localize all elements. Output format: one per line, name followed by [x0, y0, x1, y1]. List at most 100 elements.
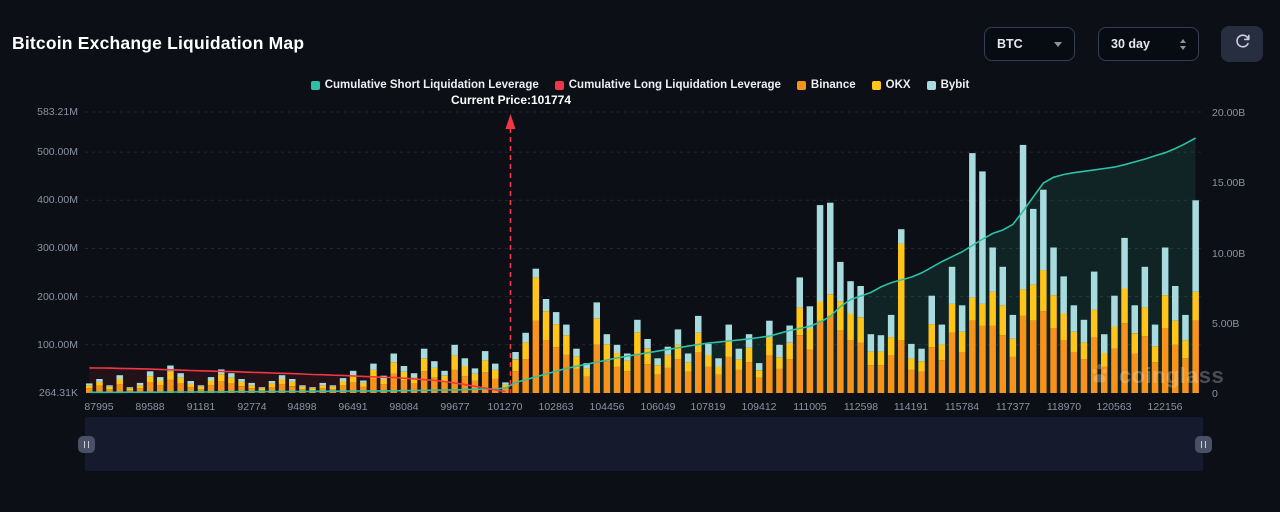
liquidation-bar-okx[interactable] [248, 385, 255, 388]
liquidation-bar-binance[interactable] [167, 380, 174, 394]
liquidation-bar-binance[interactable] [1172, 345, 1179, 393]
liquidation-bar-okx[interactable] [634, 332, 641, 353]
liquidation-bar-okx[interactable] [289, 382, 296, 386]
liquidation-bar-binance[interactable] [939, 360, 946, 393]
liquidation-bar-bybit[interactable] [86, 383, 93, 385]
liquidation-bar-okx[interactable] [583, 368, 590, 376]
liquidation-bar-okx[interactable] [888, 337, 895, 355]
liquidation-bar-bybit[interactable] [106, 385, 113, 386]
liquidation-bar-okx[interactable] [918, 361, 925, 372]
liquidation-bar-binance[interactable] [1030, 321, 1037, 393]
liquidation-bar-okx[interactable] [522, 342, 529, 359]
liquidation-bar-binance[interactable] [1182, 358, 1189, 393]
liquidation-bar-bybit[interactable] [837, 262, 844, 302]
liquidation-bar-bybit[interactable] [594, 302, 601, 318]
liquidation-bar-binance[interactable] [624, 371, 631, 393]
liquidation-bar-okx[interactable] [451, 355, 458, 370]
liquidation-bar-bybit[interactable] [421, 349, 428, 359]
liquidation-bar-bybit[interactable] [1081, 320, 1088, 343]
liquidation-bar-bybit[interactable] [1172, 286, 1179, 321]
liquidation-bar-bybit[interactable] [309, 387, 316, 388]
liquidation-bar-okx[interactable] [1081, 342, 1088, 359]
liquidation-bar-okx[interactable] [1000, 305, 1007, 335]
liquidation-bar-okx[interactable] [908, 358, 915, 370]
liquidation-bar-bybit[interactable] [259, 387, 266, 388]
liquidation-bar-binance[interactable] [1162, 328, 1169, 393]
liquidation-bar-okx[interactable] [492, 370, 499, 379]
liquidation-bar-bybit[interactable] [1010, 315, 1017, 339]
liquidation-bar-okx[interactable] [279, 379, 286, 384]
liquidation-bar-binance[interactable] [594, 345, 601, 393]
liquidation-bar-okx[interactable] [1040, 270, 1047, 311]
liquidation-bar-bybit[interactable] [96, 379, 103, 382]
liquidation-bar-bybit[interactable] [401, 366, 408, 372]
liquidation-bar-bybit[interactable] [472, 368, 479, 373]
liquidation-bar-bybit[interactable] [441, 371, 448, 376]
liquidation-bar-bybit[interactable] [502, 382, 509, 384]
liquidation-bar-bybit[interactable] [969, 153, 976, 298]
liquidation-bar-bybit[interactable] [147, 371, 154, 376]
liquidation-bar-binance[interactable] [1101, 367, 1108, 394]
liquidation-bar-okx[interactable] [929, 324, 936, 347]
liquidation-bar-okx[interactable] [786, 343, 793, 359]
liquidation-bar-binance[interactable] [766, 355, 773, 393]
slider-handle-left[interactable] [78, 436, 95, 453]
liquidation-bar-binance[interactable] [1020, 316, 1027, 393]
liquidation-bar-okx[interactable] [299, 387, 306, 389]
liquidation-bar-bybit[interactable] [573, 349, 580, 357]
liquidation-bar-okx[interactable] [868, 352, 875, 366]
liquidation-bar-bybit[interactable] [157, 377, 164, 380]
liquidation-bar-okx[interactable] [563, 335, 570, 354]
liquidation-bar-bybit[interactable] [177, 373, 184, 377]
liquidation-bar-bybit[interactable] [1182, 315, 1189, 341]
liquidation-bar-bybit[interactable] [1020, 145, 1027, 290]
liquidation-bar-bybit[interactable] [1000, 267, 1007, 306]
liquidation-bar-bybit[interactable] [1101, 334, 1108, 353]
liquidation-bar-bybit[interactable] [939, 325, 946, 345]
liquidation-bar-bybit[interactable] [918, 349, 925, 362]
liquidation-bar-okx[interactable] [898, 244, 905, 340]
liquidation-bar-okx[interactable] [827, 294, 834, 316]
liquidation-bar-binance[interactable] [817, 321, 824, 393]
liquidation-bar-binance[interactable] [1192, 321, 1199, 393]
liquidation-bar-bybit[interactable] [857, 286, 864, 317]
liquidation-bar-binance[interactable] [1010, 357, 1017, 393]
liquidation-bar-okx[interactable] [309, 388, 316, 390]
liquidation-bar-binance[interactable] [573, 369, 580, 393]
liquidation-bar-okx[interactable] [177, 378, 184, 384]
liquidation-bar-bybit[interactable] [1030, 209, 1037, 285]
liquidation-bar-binance[interactable] [979, 326, 986, 394]
liquidation-bar-okx[interactable] [543, 311, 550, 340]
liquidation-bar-binance[interactable] [715, 375, 722, 393]
liquidation-bar-okx[interactable] [482, 360, 489, 373]
liquidation-bar-okx[interactable] [188, 384, 195, 387]
liquidation-bar-binance[interactable] [583, 377, 590, 393]
liquidation-bar-okx[interactable] [340, 381, 347, 385]
liquidation-bar-okx[interactable] [1182, 341, 1189, 359]
liquidation-bar-okx[interactable] [665, 355, 672, 368]
liquidation-bar-okx[interactable] [1142, 307, 1149, 336]
liquidation-bar-bybit[interactable] [665, 347, 672, 355]
liquidation-bar-bybit[interactable] [1162, 248, 1169, 296]
liquidation-bar-binance[interactable] [969, 321, 976, 393]
liquidation-bar-bybit[interactable] [654, 358, 661, 365]
liquidation-bar-okx[interactable] [959, 332, 966, 352]
liquidation-bar-okx[interactable] [167, 371, 174, 379]
liquidation-bar-binance[interactable] [695, 352, 702, 393]
liquidation-bar-okx[interactable] [1071, 332, 1078, 352]
liquidation-bar-bybit[interactable] [553, 312, 560, 324]
liquidation-bar-bybit[interactable] [431, 361, 438, 368]
liquidation-bar-okx[interactable] [705, 355, 712, 367]
liquidation-bar-bybit[interactable] [726, 325, 733, 340]
liquidation-bar-okx[interactable] [695, 333, 702, 352]
liquidation-bar-binance[interactable] [888, 355, 895, 393]
liquidation-bar-okx[interactable] [654, 365, 661, 375]
liquidation-bar-bybit[interactable] [228, 373, 235, 377]
liquidation-bar-okx[interactable] [553, 324, 560, 347]
liquidation-bar-okx[interactable] [421, 358, 428, 371]
liquidation-bar-okx[interactable] [320, 385, 327, 388]
liquidation-bar-bybit[interactable] [533, 269, 540, 278]
liquidation-bar-okx[interactable] [614, 353, 621, 367]
liquidation-bar-bybit[interactable] [482, 351, 489, 360]
liquidation-bar-bybit[interactable] [959, 305, 966, 332]
